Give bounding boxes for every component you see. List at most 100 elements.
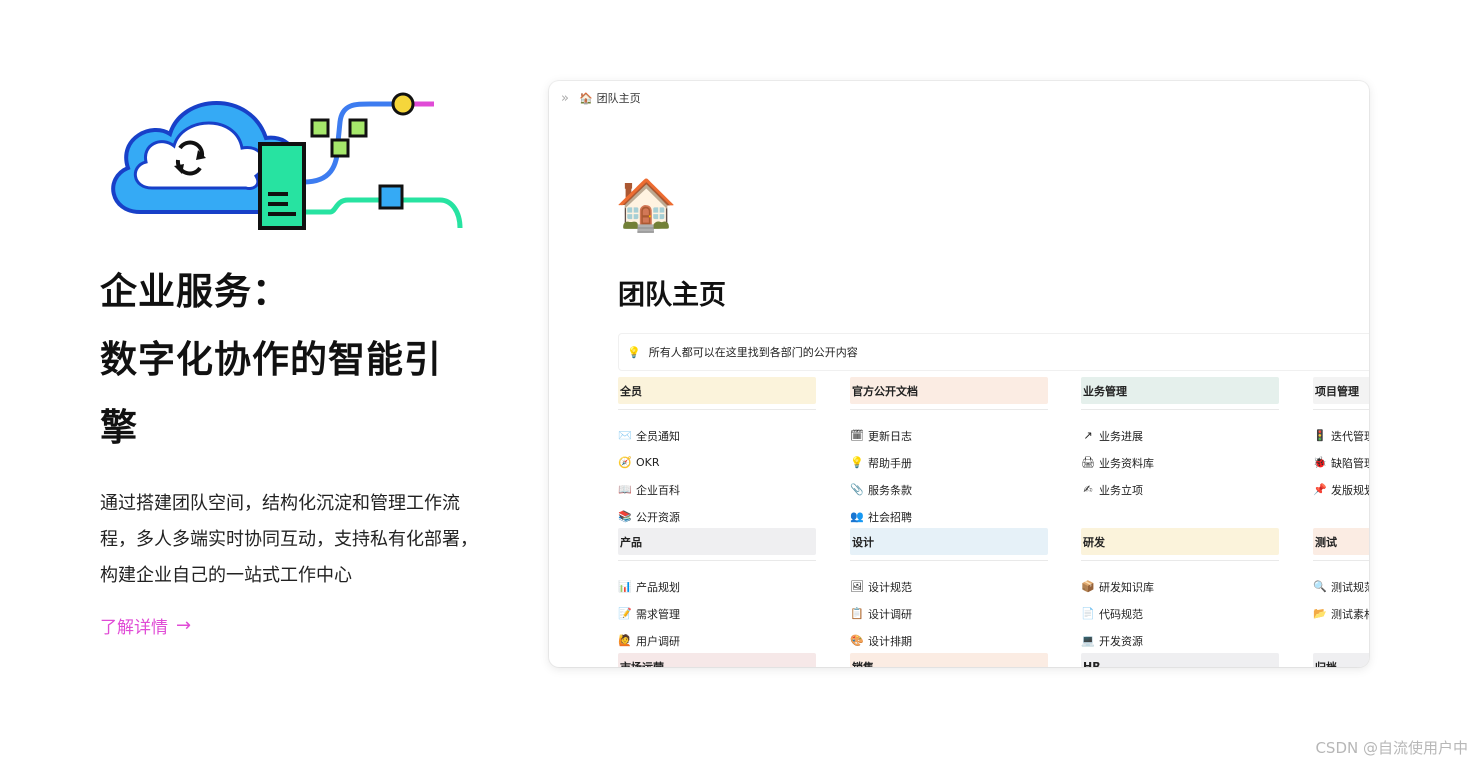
page-link-label: 业务进展 bbox=[1099, 429, 1143, 443]
divider bbox=[618, 409, 816, 410]
section-heading: HR bbox=[1081, 653, 1279, 667]
section: 项目管理 🚦 迭代管理 🐞 缺陷管理 📌 发版规划 bbox=[1313, 377, 1369, 503]
page-emoji-icon: 🖼 bbox=[850, 580, 864, 593]
page-link[interactable]: 📖 企业百科 bbox=[618, 476, 816, 503]
page-title: 团队主页 bbox=[618, 280, 726, 311]
page-emoji-icon: 📄 bbox=[1081, 607, 1095, 620]
page-link-label: 用户调研 bbox=[636, 634, 680, 648]
page-link-label: 代码规范 bbox=[1099, 607, 1143, 621]
divider bbox=[850, 409, 1048, 410]
page-link[interactable]: 🎨 设计排期 bbox=[850, 627, 1048, 654]
page-link-label: 业务立项 bbox=[1099, 483, 1143, 497]
page-link[interactable]: ✉️ 全员通知 bbox=[618, 422, 816, 449]
page-link-label: 设计调研 bbox=[868, 607, 912, 621]
page-link[interactable]: 👥 社会招聘 bbox=[850, 503, 1048, 530]
page-link[interactable]: 🖨 业务资料库 bbox=[1081, 449, 1279, 476]
hero-title-line: 数字化协作的智能引 bbox=[100, 338, 442, 381]
page-link[interactable]: 📦 研发知识库 bbox=[1081, 573, 1279, 600]
page-emoji-icon: ✍ bbox=[1083, 483, 1093, 496]
page-link[interactable]: 🧭 OKR bbox=[618, 449, 816, 476]
arrow-right-icon: → bbox=[176, 615, 192, 636]
page-emoji-icon: 📋 bbox=[850, 607, 864, 620]
page-emoji-icon: 📎 bbox=[850, 483, 864, 496]
learn-more-link[interactable]: 了解详情 → bbox=[100, 613, 191, 638]
page-emoji-icon: 🔍 bbox=[1313, 580, 1327, 593]
page-link-label: 业务资料库 bbox=[1099, 456, 1154, 470]
hero-title-line: 企业服务： bbox=[100, 270, 290, 313]
page-link-label: 公开资源 bbox=[636, 510, 680, 524]
top-bar: » 🏠 团队主页 bbox=[549, 81, 1369, 115]
divider bbox=[618, 560, 816, 561]
page-link-label: 开发资源 bbox=[1099, 634, 1143, 648]
section-heading: 销售 bbox=[850, 653, 1048, 667]
page-link-label: 测试素材 bbox=[1331, 607, 1369, 621]
section: HR bbox=[1081, 653, 1279, 667]
page-emoji-icon[interactable]: 🏠 bbox=[615, 175, 677, 235]
hero-description: 通过搭建团队空间，结构化沉淀和管理工作流程，多人多端实时协同互动，支持私有化部署… bbox=[100, 493, 478, 586]
page-emoji-icon: ✉️ bbox=[618, 429, 632, 442]
page-link[interactable]: 🐞 缺陷管理 bbox=[1313, 449, 1369, 476]
page-link-label: 迭代管理 bbox=[1331, 429, 1369, 443]
section: 产品 📊 产品规划 📝 需求管理 🙋 用户调研 bbox=[618, 528, 816, 654]
page-link-label: 设计规范 bbox=[868, 580, 912, 594]
breadcrumb[interactable]: 🏠 团队主页 bbox=[579, 90, 641, 106]
page-emoji-icon: 🧭 bbox=[618, 456, 632, 469]
page-link-label: 帮助手册 bbox=[868, 456, 912, 470]
page-link[interactable]: 📄 代码规范 bbox=[1081, 600, 1279, 627]
page-link[interactable]: 📝 需求管理 bbox=[618, 600, 816, 627]
page-link-label: 发版规划 bbox=[1331, 483, 1369, 497]
page-link[interactable]: 📂 测试素材 bbox=[1313, 600, 1369, 627]
divider bbox=[1081, 409, 1279, 410]
page-link-label: OKR bbox=[636, 456, 660, 469]
section: 研发 📦 研发知识库 📄 代码规范 💻 开发资源 bbox=[1081, 528, 1279, 654]
page-link[interactable]: 💡 帮助手册 bbox=[850, 449, 1048, 476]
page-link[interactable]: 📊 产品规划 bbox=[618, 573, 816, 600]
section: 业务管理 ↗ 业务进展 🖨 业务资料库 ✍ 业务立项 bbox=[1081, 377, 1279, 503]
page-link-label: 服务条款 bbox=[868, 483, 912, 497]
page-link[interactable]: 📎 服务条款 bbox=[850, 476, 1048, 503]
page-link[interactable]: 🗓 更新日志 bbox=[850, 422, 1048, 449]
page-emoji-icon: 🎨 bbox=[850, 634, 864, 647]
page-link[interactable]: 🖼 设计规范 bbox=[850, 573, 1048, 600]
page-link[interactable]: ↗ 业务进展 bbox=[1081, 422, 1279, 449]
section-heading: 官方公开文档 bbox=[850, 377, 1048, 404]
page-emoji-icon: 💻 bbox=[1081, 634, 1095, 647]
section-heading: 全员 bbox=[618, 377, 816, 404]
hero-title: 企业服务： 数字化协作的智能引 擎 bbox=[100, 258, 500, 462]
section: 设计 🖼 设计规范 📋 设计调研 🎨 设计排期 bbox=[850, 528, 1048, 654]
section: 销售 bbox=[850, 653, 1048, 667]
page-emoji-icon: 🐞 bbox=[1313, 456, 1327, 469]
divider bbox=[1313, 409, 1369, 410]
section-heading: 业务管理 bbox=[1081, 377, 1279, 404]
section-heading: 项目管理 bbox=[1313, 377, 1369, 404]
page-emoji-icon: 🖨 bbox=[1081, 456, 1095, 469]
page-link-label: 测试规范 bbox=[1331, 580, 1369, 594]
section: 测试 🔍 测试规范 📂 测试素材 bbox=[1313, 528, 1369, 627]
page-link[interactable]: 📌 发版规划 bbox=[1313, 476, 1369, 503]
page-link[interactable]: 🙋 用户调研 bbox=[618, 627, 816, 654]
page-link[interactable]: 🚦 迭代管理 bbox=[1313, 422, 1369, 449]
double-chevron-right-icon[interactable]: » bbox=[561, 91, 569, 106]
page-emoji-icon: 📂 bbox=[1313, 607, 1327, 620]
page-link[interactable]: 📋 设计调研 bbox=[850, 600, 1048, 627]
page-emoji-icon: 📌 bbox=[1313, 483, 1327, 496]
product-screenshot: » 🏠 团队主页 🏠 团队主页 💡 所有人都可以在这里找到各部门的公开内容 全员… bbox=[549, 81, 1369, 667]
page-emoji-icon: 📖 bbox=[618, 483, 632, 496]
page-link-label: 社会招聘 bbox=[868, 510, 912, 524]
page-emoji-icon: ↗ bbox=[1083, 429, 1093, 442]
page-link[interactable]: 🔍 测试规范 bbox=[1313, 573, 1369, 600]
page-emoji-icon: 📊 bbox=[618, 580, 632, 593]
section-heading: 归档 bbox=[1313, 653, 1369, 667]
section: 市场运营 bbox=[618, 653, 816, 667]
page-link-label: 全员通知 bbox=[636, 429, 680, 443]
section-heading: 设计 bbox=[850, 528, 1048, 555]
page-link[interactable]: 💻 开发资源 bbox=[1081, 627, 1279, 654]
page-link-label: 企业百科 bbox=[636, 483, 680, 497]
section: 全员 ✉️ 全员通知 🧭 OKR 📖 企业百科 📚 公开资源 bbox=[618, 377, 816, 530]
page-link-label: 设计排期 bbox=[868, 634, 912, 648]
page-link[interactable]: 📚 公开资源 bbox=[618, 503, 816, 530]
watermark: CSDN @自流使用户中 bbox=[1315, 739, 1468, 757]
hero-title-line: 擎 bbox=[100, 406, 138, 449]
page-link[interactable]: ✍ 业务立项 bbox=[1081, 476, 1279, 503]
page-emoji-icon: 🚦 bbox=[1313, 429, 1327, 442]
